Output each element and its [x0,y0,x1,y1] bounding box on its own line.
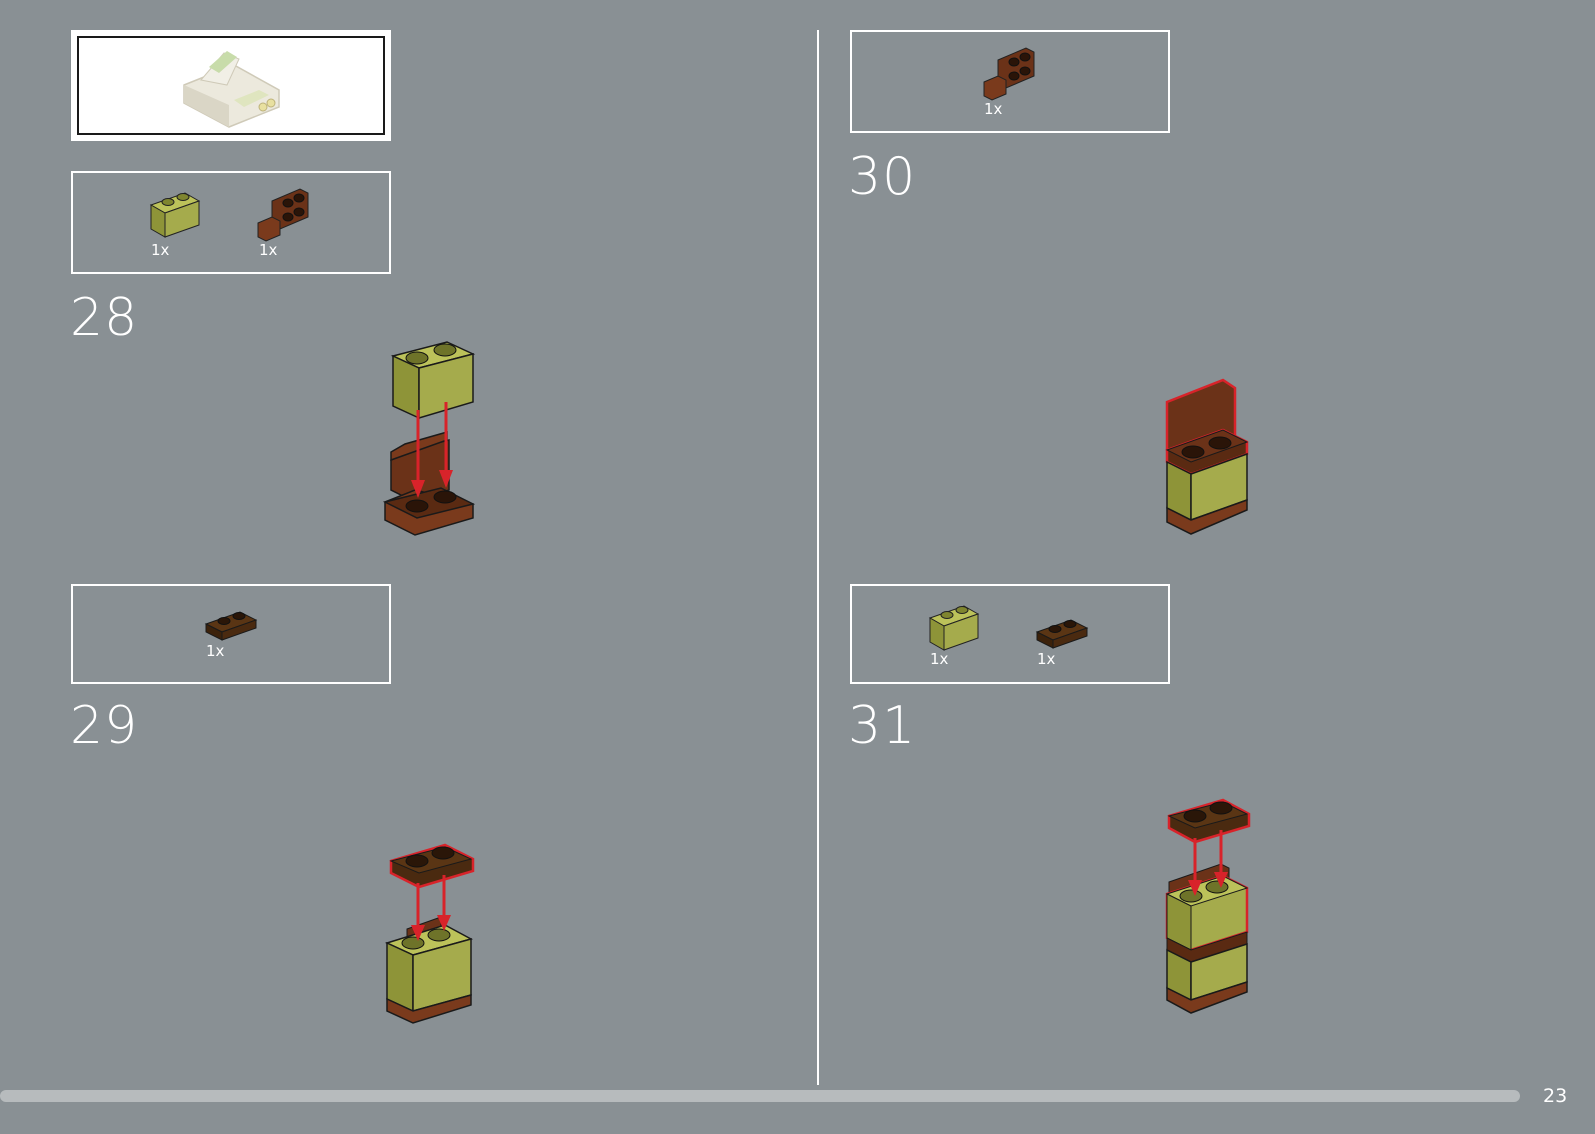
progress-bar [0,1090,1520,1102]
step-number-31: 31 [848,696,917,756]
parts-list-step-29: 1x [71,584,391,684]
quantity-label: 1x [206,642,225,660]
step-31-assembly-illustration [1165,798,1251,1014]
step-number-29: 29 [70,696,139,756]
quantity-label: 1x [1037,650,1056,668]
step-number-28: 28 [70,288,139,348]
parts-list-step-28: 1x 1x [71,171,391,274]
submodel-model-icon [183,51,280,128]
olive-brick-1x2-icon [149,192,201,238]
quantity-label: 1x [151,241,170,259]
quantity-label: 1x [930,650,949,668]
step-number-30: 30 [848,147,917,207]
brown-bracket-icon [983,47,1035,101]
parts-list-step-30: 1x [850,30,1170,133]
dark-brown-plate-1x2-icon [204,611,258,641]
dark-brown-plate-1x2-icon [1035,619,1089,649]
quantity-label: 1x [259,241,278,259]
step-28-assembly-illustration [382,341,476,536]
page-number: 23 [1543,1085,1568,1107]
step-29-assembly-illustration [384,843,475,1024]
brown-bracket-icon [257,188,309,242]
submodel-preview [71,30,391,141]
quantity-label: 1x [984,100,1003,118]
olive-brick-1x2-icon [928,605,980,651]
parts-list-step-31: 1x 1x [850,584,1170,684]
step-30-assembly-illustration [1165,378,1249,535]
page-divider [817,30,819,1085]
